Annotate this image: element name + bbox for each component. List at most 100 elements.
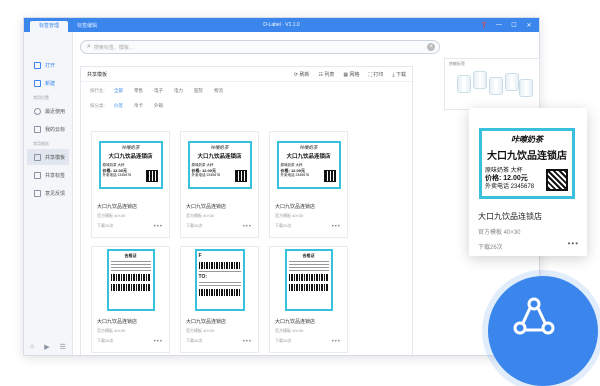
- card-name: 大口九饮品连锁店: [186, 204, 227, 210]
- template-card[interactable]: 合格证 大口九饮品连锁店 官方模板 40×30 下载26次 •••: [91, 246, 170, 353]
- filter-option[interactable]: 医院: [194, 88, 203, 94]
- template-thumbnail: 咔嚓奶茶 大口九饮品连锁店 原味奶茶 大杯 价格: 12.00元 外卖电话 2345…: [181, 132, 258, 197]
- help-icon[interactable]: ❓: [480, 22, 488, 29]
- sidebar-item-label: 共享标签: [45, 172, 66, 179]
- sidebar-item-new[interactable]: 新建: [27, 75, 69, 91]
- settings-icon[interactable]: ☰: [60, 343, 66, 351]
- price-label-preview: 咔嚓奶茶 大口九饮品连锁店 原味奶茶 大杯 价格: 12.00元 外卖电话 2345…: [276, 140, 341, 189]
- template-thumbnail: 咔嚓奶茶 大口九饮品连锁店 原味奶茶 大杯 价格: 12.00元 外卖电话 2345…: [270, 132, 347, 197]
- filter-option[interactable]: 物流: [214, 88, 223, 94]
- certificate-label-preview: 合格证: [106, 248, 155, 311]
- template-card[interactable]: 咔嚓奶茶 大口九饮品连锁店 原味奶茶 大杯 价格: 12.00元 外卖电话 2345…: [269, 131, 348, 238]
- sidebar-item-label: 我的云标: [45, 126, 66, 133]
- more-icon[interactable]: •••: [568, 239, 579, 248]
- panel-title: 共享模板: [87, 71, 108, 78]
- panel-header: 共享模板 ⟳ 刷新 ☷ 列表 ▦ 网格 ⛶ 打印 ⤓ 下载: [81, 67, 412, 82]
- barcode-icon: [288, 283, 329, 291]
- certificate-label-preview: 合格证: [284, 248, 333, 311]
- filter-option[interactable]: 零售: [134, 88, 143, 94]
- template-detail-popup[interactable]: 咔嚓奶茶 大口九饮品连锁店 原味奶茶 大杯 价格: 12.00元 外卖电话 23…: [469, 108, 587, 256]
- window-controls: ❓ — ☐ ✕: [480, 18, 533, 32]
- template-grid: 咔嚓奶茶 大口九饮品连锁店 原味奶茶 大杯 价格: 12.00元 外卖电话 2345…: [91, 131, 348, 353]
- more-icon[interactable]: •••: [154, 224, 163, 230]
- search-input[interactable]: 搜索标签、模板...: [94, 44, 133, 51]
- list-view-button[interactable]: ☷ 列表: [319, 71, 335, 78]
- filter-option[interactable]: 电力: [174, 88, 183, 94]
- video-icon[interactable]: ▶: [44, 343, 49, 351]
- more-icon[interactable]: •••: [332, 224, 341, 230]
- label-rolls-image: [453, 71, 533, 107]
- template-card[interactable]: F TO: 大口九饮品连锁店 官方模板 40×30 下载26次 •••: [180, 246, 259, 353]
- label-brand: 咔嚓奶茶: [121, 145, 140, 151]
- filter-label: 按分类:: [90, 103, 105, 108]
- minimize-icon[interactable]: —: [495, 22, 503, 28]
- popup-name: 大口九饮品连锁店: [478, 212, 542, 221]
- more-icon[interactable]: •••: [154, 339, 163, 345]
- template-thumbnail: F TO:: [181, 247, 258, 312]
- card-meta: 官方模板 40×30: [97, 328, 126, 333]
- more-icon[interactable]: •••: [332, 339, 341, 345]
- card-meta: 官方模板 40×30: [186, 213, 215, 218]
- new-file-icon: [34, 79, 41, 87]
- tab-label-management[interactable]: 标签管理: [30, 21, 69, 32]
- label-brand: 咔嚓奶茶: [210, 145, 229, 151]
- industry-filter: 按行业: 全部 零售 电子 电力 医院 物流: [81, 85, 412, 97]
- qr-code-icon: [323, 169, 336, 182]
- sidebar-section-services: 常用服务: [33, 141, 49, 146]
- template-thumbnail: 合格证: [270, 247, 347, 312]
- filter-label: 按行业:: [90, 88, 105, 93]
- template-icon: [34, 153, 41, 161]
- sidebar-item-recent[interactable]: 最近使用: [27, 103, 69, 119]
- template-card[interactable]: 咔嚓奶茶 大口九饮品连锁店 原味奶茶 大杯 价格: 12.00元 外卖电话 2345…: [91, 131, 170, 238]
- clear-icon[interactable]: ×: [427, 43, 435, 51]
- home-icon[interactable]: ⌂: [30, 343, 34, 351]
- qr-code-icon: [145, 169, 158, 182]
- card-name: 大口九饮品连锁店: [275, 319, 316, 325]
- grid-view-button[interactable]: ▦ 网格: [343, 71, 359, 78]
- feedback-icon: [34, 189, 41, 197]
- shipping-label-preview: F TO:: [194, 248, 245, 311]
- sidebar-bottom-icons: ⌂ ▶ ☰: [30, 343, 66, 351]
- share-button[interactable]: [488, 276, 598, 386]
- card-meta: 官方模板 40×30: [275, 328, 304, 333]
- popup-downloads: 下载26次: [478, 245, 503, 251]
- filter-option[interactable]: 价签: [114, 103, 123, 109]
- template-card[interactable]: 合格证 大口九饮品连锁店 官方模板 40×30 下载26次 •••: [269, 246, 348, 353]
- search-bar[interactable]: ⌕ 搜索标签、模板... ×: [80, 40, 440, 54]
- filter-option-all[interactable]: 全部: [114, 88, 123, 94]
- refresh-button[interactable]: ⟳ 刷新: [294, 71, 310, 78]
- maximize-icon[interactable]: ☐: [510, 22, 518, 29]
- filter-option[interactable]: 吊卡: [134, 103, 143, 109]
- label-store: 大口九饮品连锁店: [108, 153, 153, 160]
- more-icon[interactable]: •••: [243, 339, 252, 345]
- label-store: 大口九饮品连锁店: [197, 153, 242, 160]
- download-button[interactable]: ⤓ 下载: [392, 71, 406, 78]
- sidebar-item-feedback[interactable]: 意见反馈: [27, 185, 69, 201]
- template-thumbnail: 咔嚓奶茶 大口九饮品连锁店 原味奶茶 大杯 价格: 12.00元 外卖电话 2345…: [92, 132, 169, 197]
- sidebar: 打开 新建 常用位置 最近使用 我的云标 常用服务 共享模板 共享标签 意见反馈…: [24, 32, 73, 355]
- sidebar-item-open[interactable]: 打开: [27, 57, 69, 73]
- price-label-preview: 咔嚓奶茶 大口九饮品连锁店 原味奶茶 大杯 价格: 12.00元 外卖电话 2345…: [187, 140, 252, 189]
- label-store: 大口九饮品连锁店: [487, 151, 567, 162]
- template-card[interactable]: 咔嚓奶茶 大口九饮品连锁店 原味奶茶 大杯 价格: 12.00元 外卖电话 2345…: [180, 131, 259, 238]
- preview-area-title: 热敏标签: [449, 61, 465, 66]
- price-label-preview: 咔嚓奶茶 大口九饮品连锁店 原味奶茶 大杯 价格: 12.00元 外卖电话 2345…: [98, 140, 163, 189]
- close-icon[interactable]: ✕: [525, 22, 533, 29]
- card-meta: 官方模板 40×30: [97, 213, 126, 218]
- sidebar-item-cloud[interactable]: 我的云标: [27, 121, 69, 137]
- sidebar-item-label: 最近使用: [45, 108, 66, 115]
- clock-icon: [34, 107, 41, 115]
- cloud-icon: [34, 125, 41, 133]
- sidebar-item-shared-templates[interactable]: 共享模板: [27, 149, 69, 165]
- barcode-icon: [110, 283, 151, 291]
- card-meta: 官方模板 40×30: [275, 213, 304, 218]
- filter-option[interactable]: 电子: [154, 88, 163, 94]
- qr-code-icon: [234, 169, 247, 182]
- print-button[interactable]: ⛶ 打印: [369, 71, 384, 78]
- card-meta: 官方模板 40×30: [186, 328, 215, 333]
- tab-label-edit[interactable]: 标签编辑: [68, 21, 106, 32]
- more-icon[interactable]: •••: [243, 224, 252, 230]
- filter-option[interactable]: 外箱: [154, 103, 163, 109]
- label-title: 合格证: [124, 252, 137, 258]
- sidebar-item-shared-labels[interactable]: 共享标签: [27, 167, 69, 183]
